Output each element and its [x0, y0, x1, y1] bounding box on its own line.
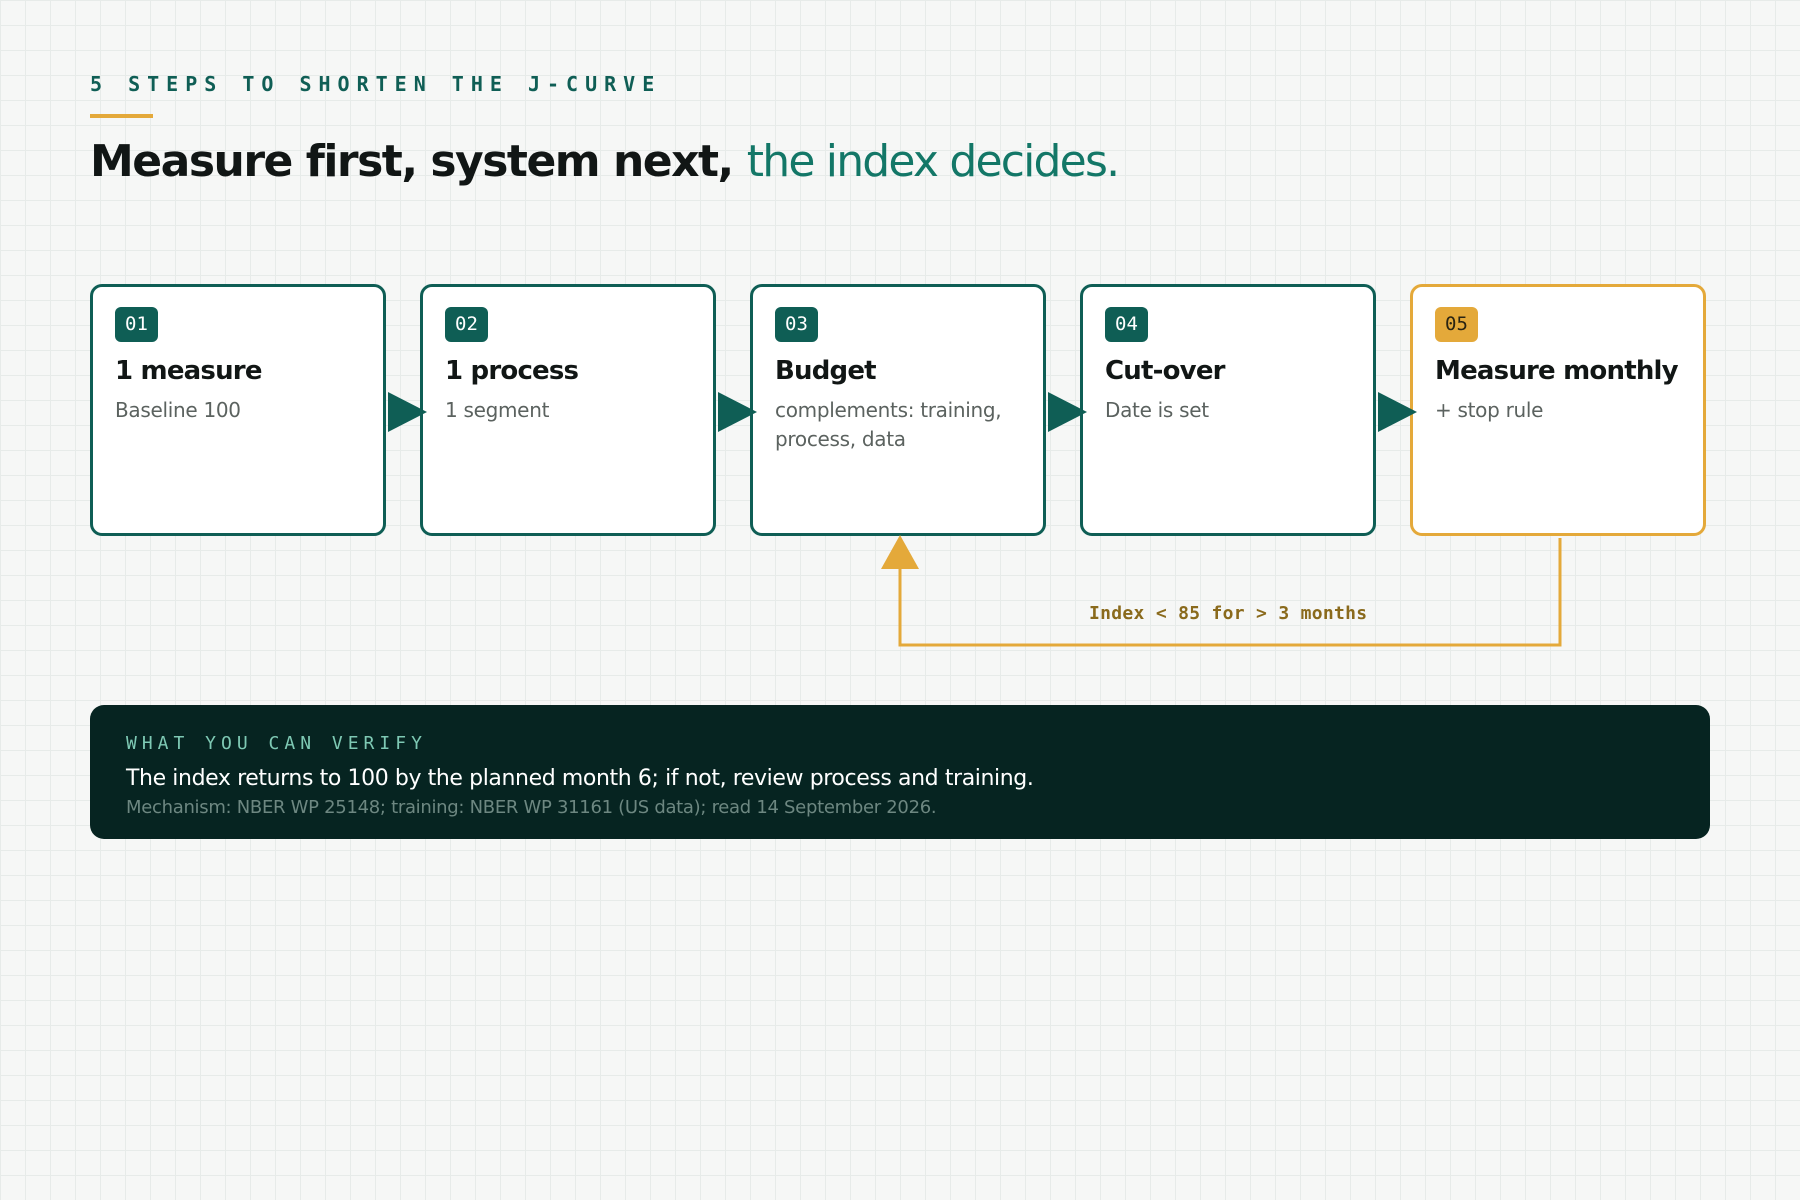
feedback-loop-label: Index < 85 for > 3 months	[1089, 603, 1368, 624]
feedback-loop-line	[898, 538, 1562, 647]
verify-sources: Mechanism: NBER WP 25148; training: NBER…	[126, 797, 937, 818]
flow-arrow-3-4	[1048, 392, 1087, 432]
flow-arrow-1-2	[388, 392, 427, 432]
verify-kicker: WHAT YOU CAN VERIFY	[126, 733, 427, 754]
flow-arrow-4-5	[1378, 392, 1417, 432]
feedback-loop-arrowhead	[881, 535, 919, 569]
flow-arrow-2-3	[718, 392, 757, 432]
verify-statement: The index returns to 100 by the planned …	[126, 766, 1034, 791]
verify-panel: WHAT YOU CAN VERIFY The index returns to…	[90, 705, 1710, 839]
connector-layer	[388, 392, 1562, 647]
